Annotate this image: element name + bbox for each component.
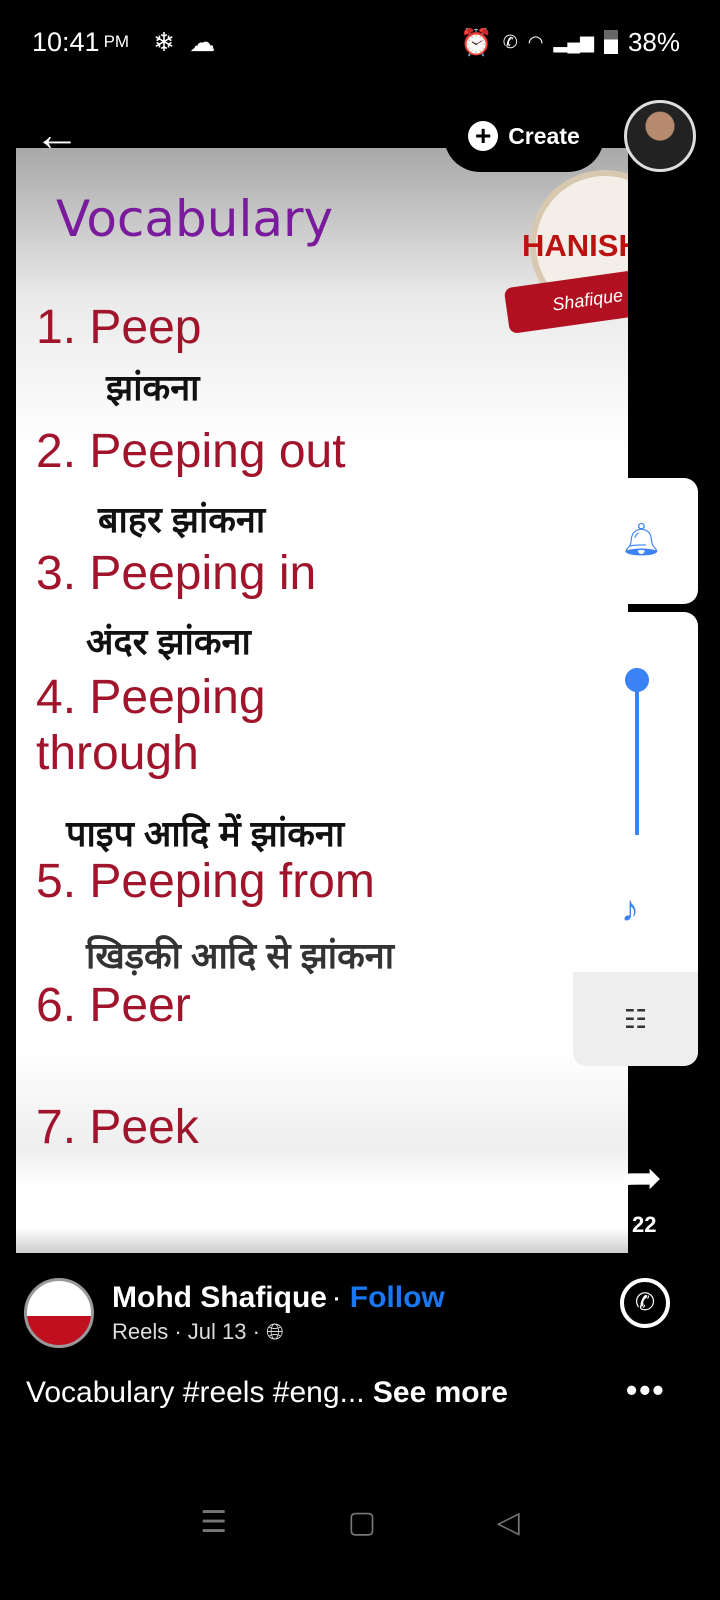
share-count: 22 — [632, 1212, 657, 1237]
vocab-item: 1. Peep — [36, 301, 202, 354]
video-title: Vocabulary — [56, 190, 334, 248]
volume-slider-knob[interactable] — [625, 668, 649, 692]
alarm-icon: ⏰ — [460, 26, 493, 57]
vocab-item: 5. Peeping from — [36, 855, 375, 908]
clock: 10:41 — [32, 26, 100, 57]
hanisha-badge-logo: HANISHA Shafique Sir — [486, 170, 628, 360]
post-meta: Reels · Jul 13 · — [112, 1319, 260, 1344]
bell-icon[interactable]: 🔔︎ — [621, 520, 662, 558]
vocab-meaning: बाहर झांकना — [98, 499, 266, 540]
system-nav-bar: ☰ ▢ ◁ — [0, 1505, 720, 1540]
snowflake-icon: ❄ — [153, 26, 175, 57]
clock-ampm: PM — [103, 32, 130, 51]
back-nav-icon[interactable]: ◁ — [497, 1505, 520, 1540]
settings-sliders-icon[interactable]: ☷ — [573, 972, 698, 1066]
home-icon[interactable]: ▢ — [348, 1505, 376, 1540]
post-author: Mohd Shafique · Follow Reels · Jul 13 · … — [24, 1278, 445, 1348]
globe-icon: 🌐︎ — [266, 1319, 284, 1344]
menu-icon[interactable]: ☰ — [200, 1505, 227, 1540]
wifi-icon: ◠ — [527, 31, 544, 52]
create-label: Create — [508, 122, 580, 149]
share-icon[interactable]: ➦ — [622, 1150, 662, 1206]
music-note-icon: ♪ — [621, 888, 639, 929]
battery-percent: 38% — [627, 26, 680, 57]
post-caption[interactable]: Vocabulary #reels #eng... See more — [26, 1376, 508, 1410]
volume-slider-track[interactable] — [635, 680, 639, 835]
cloud-icon: ☁ — [189, 26, 216, 57]
status-bar: 10:41 PM ❄ ☁ ⏰ ✆ ◠ ▂▄▆ 38% — [32, 22, 680, 62]
create-button[interactable]: + Create — [444, 100, 604, 172]
battery-icon — [603, 30, 618, 54]
vocab-meaning: पाइप आदि में झांकना — [66, 813, 345, 854]
profile-avatar[interactable] — [624, 100, 696, 172]
whatsapp-icon[interactable]: ✆ — [620, 1278, 670, 1328]
wifi-call-icon: ✆ — [502, 31, 518, 52]
vocab-item: 3. Peeping in — [36, 547, 317, 600]
author-logo[interactable] — [24, 1278, 94, 1348]
signal-icon: ▂▄▆ — [553, 31, 594, 52]
vocab-meaning: झांकना — [106, 367, 200, 408]
reel-video[interactable]: Vocabulary HANISHA Shafique Sir 1. Peep … — [16, 148, 628, 1253]
more-options-icon[interactable]: ••• — [626, 1372, 666, 1409]
vocab-item: 6. Peer — [36, 979, 191, 1032]
see-more-link[interactable]: See more — [373, 1376, 508, 1409]
vocab-item: 4. Peeping through — [36, 671, 266, 780]
follow-button[interactable]: Follow — [350, 1281, 445, 1314]
vocab-meaning: खिड़की आदि से झांकना — [86, 935, 395, 976]
plus-icon: + — [468, 121, 499, 151]
ringer-panel[interactable]: 🔔︎ — [573, 478, 698, 604]
vocab-item: 2. Peeping out — [36, 425, 346, 478]
vocab-meaning: अंदर झांकना — [86, 621, 251, 662]
vocab-item: 7. Peek — [36, 1101, 199, 1154]
author-name[interactable]: Mohd Shafique — [112, 1281, 327, 1314]
volume-panel[interactable]: ♪ ☷ — [573, 612, 698, 1066]
